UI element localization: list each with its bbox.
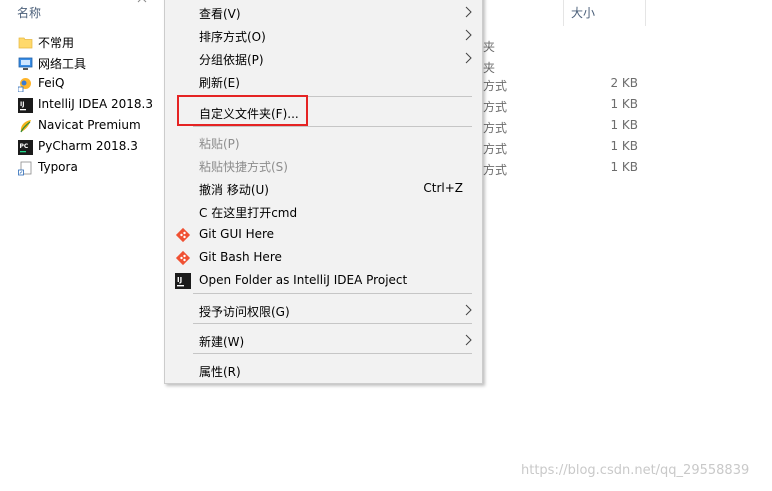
svg-text:IJ: IJ: [177, 276, 182, 284]
menu-item-label: 排序方式(O): [199, 30, 266, 44]
file-name: Navicat Premium: [38, 118, 141, 132]
file-name: IntelliJ IDEA 2018.3: [38, 97, 153, 111]
network-tools-icon: [18, 57, 33, 70]
annotation-highlight-box: [177, 95, 308, 126]
menu-item-git-gui[interactable]: Git GUI Here: [165, 223, 482, 246]
menu-item-refresh[interactable]: 刷新(E): [165, 70, 482, 93]
pycharm-icon: PC: [18, 140, 33, 155]
file-size: 1 KB: [610, 97, 638, 111]
file-size: 1 KB: [610, 160, 638, 174]
menu-item-new[interactable]: 新建(W): [165, 329, 482, 352]
column-separator[interactable]: [645, 0, 646, 26]
menu-item-label: 授予访问权限(G): [199, 305, 290, 319]
file-name: Typora: [38, 160, 78, 174]
svg-text:IJ: IJ: [20, 101, 24, 108]
folder-icon: [18, 37, 33, 49]
file-type: 方式: [483, 142, 508, 156]
menu-item-label: 属性(R): [199, 365, 241, 379]
menu-item-sort-by[interactable]: 排序方式(O): [165, 24, 482, 47]
size-column-header[interactable]: 大小: [571, 0, 595, 26]
menu-item-label: 新建(W): [199, 335, 245, 349]
file-name: PyCharm 2018.3: [38, 139, 138, 153]
intellij-idea-icon: IJ: [175, 273, 191, 289]
menu-item-label: C 在这里打开cmd: [199, 206, 298, 220]
menu-separator: [193, 126, 472, 127]
file-size: 1 KB: [610, 118, 638, 132]
menu-item-open-intellij[interactable]: IJ Open Folder as IntelliJ IDEA Project: [165, 269, 482, 292]
menu-item-label: Open Folder as IntelliJ IDEA Project: [199, 273, 408, 287]
menu-item-open-cmd[interactable]: C 在这里打开cmd: [165, 200, 482, 223]
file-name: FeiQ: [38, 76, 65, 90]
file-size: 2 KB: [610, 76, 638, 90]
file-type: 方式: [483, 100, 508, 114]
keyboard-shortcut: Ctrl+Z: [423, 181, 463, 195]
feiq-shortcut-icon: [18, 78, 31, 92]
menu-item-properties[interactable]: 属性(R): [165, 359, 482, 382]
git-icon: [175, 227, 191, 243]
menu-item-git-bash[interactable]: Git Bash Here: [165, 246, 482, 269]
typora-icon: [18, 161, 32, 176]
submenu-arrow-icon: [465, 52, 472, 64]
menu-item-label: Git GUI Here: [199, 227, 275, 241]
submenu-arrow-icon: [465, 304, 472, 316]
file-type: 方式: [483, 163, 508, 177]
file-name: 不常用: [38, 36, 75, 50]
git-icon: [175, 250, 191, 266]
context-menu: 查看(V) 排序方式(O) 分组依据(P) 刷新(E) 自定义文件夹(F)...…: [164, 0, 483, 384]
menu-item-label: 粘贴(P): [199, 137, 240, 151]
menu-item-view[interactable]: 查看(V): [165, 1, 482, 24]
svg-text:PC: PC: [20, 143, 29, 150]
menu-item-label: 粘贴快捷方式(S): [199, 160, 288, 174]
file-type: 方式: [483, 121, 508, 135]
menu-item-label: 查看(V): [199, 7, 241, 21]
menu-item-label: 分组依据(P): [199, 53, 264, 67]
file-type: 方式: [483, 79, 508, 93]
sort-caret-icon: [137, 0, 147, 3]
menu-separator: [193, 353, 472, 354]
menu-item-label: Git Bash Here: [199, 250, 282, 264]
file-name: 网络工具: [38, 57, 87, 71]
menu-item-undo-move[interactable]: 撤消 移动(U) Ctrl+Z: [165, 177, 482, 200]
menu-item-give-access[interactable]: 授予访问权限(G): [165, 299, 482, 322]
file-size: 1 KB: [610, 139, 638, 153]
menu-item-label: 刷新(E): [199, 76, 240, 90]
intellij-idea-icon: IJ: [18, 98, 33, 113]
menu-item-paste[interactable]: 粘贴(P): [165, 131, 482, 154]
menu-item-paste-shortcut[interactable]: 粘贴快捷方式(S): [165, 154, 482, 177]
submenu-arrow-icon: [465, 334, 472, 346]
submenu-arrow-icon: [465, 6, 472, 18]
menu-item-group-by[interactable]: 分组依据(P): [165, 47, 482, 70]
column-separator[interactable]: [563, 0, 564, 26]
menu-item-label: 撤消 移动(U): [199, 183, 269, 197]
menu-separator: [193, 323, 472, 324]
name-column-header[interactable]: 名称: [17, 0, 41, 26]
menu-separator: [193, 293, 472, 294]
submenu-arrow-icon: [465, 29, 472, 41]
watermark-text: https://blog.csdn.net/qq_29558839: [521, 463, 750, 478]
navicat-icon: [20, 120, 31, 133]
